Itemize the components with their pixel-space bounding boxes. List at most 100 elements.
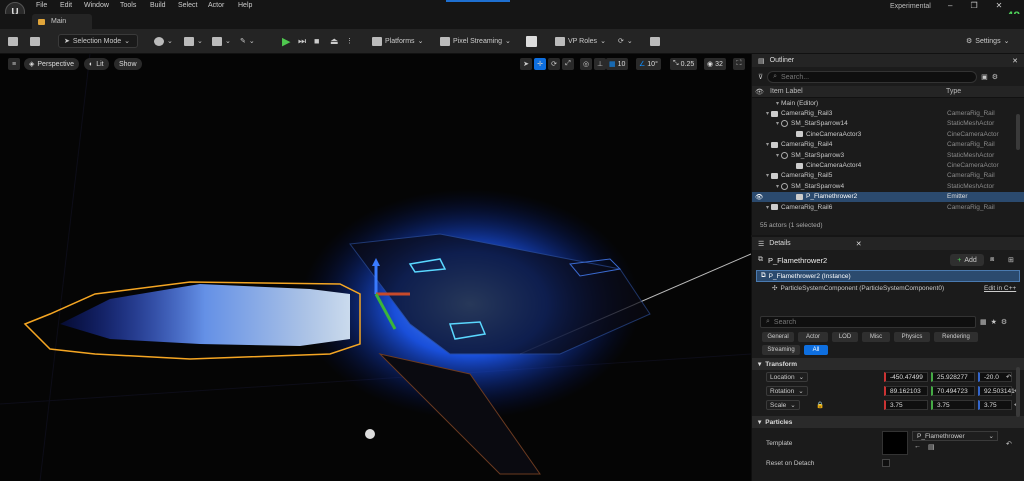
caret-icon[interactable]: ▾ [766,110,769,117]
rotation-snap-button[interactable]: ∠ 10° [636,58,661,70]
caret-icon[interactable]: ▾ [766,141,769,148]
template-dropdown[interactable]: P_Flamethrower ⌄ [912,431,998,441]
column-type[interactable]: Type [946,88,961,95]
visibility-icon[interactable]: 👁 [752,88,764,96]
show-button[interactable]: Show [114,58,142,70]
outliner-row[interactable]: 👁 P_Flamethrower2 Emitter [752,191,1024,202]
close-icon[interactable]: ✕ [1012,57,1018,65]
translate-tool-icon[interactable]: ✛ [534,58,546,70]
menu-actor[interactable]: Actor [208,2,224,9]
settings-icon[interactable]: ⚙ [1001,318,1007,326]
rotation-z[interactable]: 92.503141 [978,386,1015,396]
eject-button[interactable]: ⏏ [330,34,339,48]
rotate-tool-icon[interactable]: ⟳ [548,58,560,70]
rotation-y[interactable]: 70.494723 [931,386,975,396]
selection-mode-dropdown[interactable]: ➤ Selection Mode ⌄ [58,34,138,48]
add-actor-button[interactable]: ⌄ [154,34,173,48]
vcam-button[interactable] [650,34,660,48]
filter-all[interactable]: All [804,345,828,355]
column-item-label[interactable]: Item Label [770,88,803,95]
filter-icon[interactable]: ⊽ [758,73,763,81]
caret-icon[interactable]: ▾ [776,152,779,159]
caret-icon[interactable]: ▾ [766,204,769,211]
reset-on-detach-checkbox[interactable] [882,459,890,467]
multiuser-button[interactable]: ⟳ ⌄ [618,34,633,48]
transform-category[interactable]: ▾ Transform [752,358,1024,370]
menu-help[interactable]: Help [238,2,252,9]
outliner-row[interactable]: ▾ CameraRig_Rail5 CameraRig_Rail [752,171,1024,181]
pixel-streaming-dropdown[interactable]: Pixel Streaming ⌄ [440,34,511,48]
level-viewport[interactable]: ≡ ◈ Perspective ◐ Lit Show ➤ ✛ ⟳ ⤢ ◎ ⊥ ▦ 10… [0,54,751,481]
menu-tools[interactable]: Tools [120,2,136,9]
filter-actor[interactable]: Actor [798,332,828,342]
menu-file[interactable]: File [36,2,47,9]
outliner-row[interactable]: ▾ CameraRig_Rail6 CameraRig_Rail [752,202,1024,212]
location-x[interactable]: -450.47499 [884,372,928,382]
tab-main[interactable]: Main [32,14,92,29]
details-search-input[interactable]: ⌕ Search [760,316,976,328]
step-button[interactable]: ⏭ [298,34,306,48]
select-tool-icon[interactable]: ➤ [520,58,532,70]
edit-icon[interactable]: ⊞ [1008,256,1014,264]
outliner-row[interactable]: ▾ SM_StarSparrow14 StaticMeshActor [752,119,1024,129]
minimize-icon[interactable]: – [948,1,952,10]
content-button[interactable] [30,34,40,48]
outliner-row[interactable]: ▾ CameraRig_Rail3 CameraRig_Rail [752,108,1024,118]
add-folder-icon[interactable]: ▣ [981,73,988,81]
lock-icon[interactable]: 🔒 [816,401,824,409]
blueprint-button[interactable]: ⌄ [184,34,203,48]
component-row[interactable]: ✣ ParticleSystemComponent (ParticleSyste… [752,282,1024,294]
grid-view-icon[interactable]: ▦ [980,318,987,326]
vp-roles-dropdown[interactable]: VP Roles ⌄ [555,34,606,48]
outliner-row[interactable]: ▾ SM_StarSparrow4 StaticMeshActor [752,181,1024,191]
menu-edit[interactable]: Edit [60,2,72,9]
filter-rendering[interactable]: Rendering [934,332,978,342]
folder-icon[interactable]: ▤ [928,443,935,451]
edit-cpp-link[interactable]: Edit in C++ [984,285,1016,292]
outliner-scrollbar[interactable] [1016,114,1020,150]
scale-tool-icon[interactable]: ⤢ [562,58,574,70]
rotation-dropdown[interactable]: Rotation ⌄ [766,386,808,396]
menu-build[interactable]: Build [150,2,166,9]
platforms-dropdown[interactable]: Platforms ⌄ [372,34,423,48]
stop-button[interactable]: ■ [314,34,319,48]
scale-z[interactable]: 3.75 [978,400,1012,410]
details-tab[interactable]: ☰ Details ✕ [752,237,1024,250]
camera-speed-button[interactable]: ◉ 32 [704,58,726,70]
outliner-row[interactable]: ▾ SM_StarSparrow3 StaticMeshActor [752,150,1024,160]
add-component-button[interactable]: + Add [950,254,984,266]
browse-icon[interactable]: ← [914,443,921,450]
menu-select[interactable]: Select [178,2,197,9]
settings-icon[interactable]: ⚙ [992,73,998,81]
cinematics-button[interactable]: ⌄ [212,34,231,48]
caret-icon[interactable]: ▾ [766,172,769,179]
vp-box-button[interactable] [526,34,537,48]
surface-snap-icon[interactable]: ⊥ [594,58,606,70]
maximize-viewport-icon[interactable]: ⛶ [733,58,745,70]
menu-window[interactable]: Window [84,2,109,9]
light-sprite[interactable] [365,429,375,439]
template-thumbnail[interactable] [882,431,908,455]
lit-button[interactable]: ◐ Lit [84,58,109,70]
viewport-menu-button[interactable]: ≡ [8,58,20,70]
filter-misc[interactable]: Misc [862,332,890,342]
perspective-button[interactable]: ◈ Perspective [24,58,79,70]
reset-icon[interactable]: ↶ [1006,373,1011,381]
filter-streaming[interactable]: Streaming [762,345,800,355]
particles-category[interactable]: ▾ Particles [752,416,1024,428]
caret-icon[interactable]: ▾ [776,120,779,127]
actor-name[interactable]: P_Flamethrower2 [768,256,827,265]
scale-snap-button[interactable]: ⤡ 0.25 [670,58,698,70]
filter-lod[interactable]: LOD [832,332,858,342]
details-scrollbar[interactable] [1016,367,1020,417]
save-button[interactable] [8,34,18,48]
play-button[interactable]: ▶ [282,34,290,48]
filter-general[interactable]: General [762,332,794,342]
caret-icon[interactable]: ▾ [776,183,779,190]
outliner-row[interactable]: CineCameraActor3 CineCameraActor [752,129,1024,139]
settings-button[interactable]: ⚙ Settings ⌄ [966,34,1009,48]
location-dropdown[interactable]: Location ⌄ [766,372,809,382]
world-space-icon[interactable]: ◎ [580,58,592,70]
close-icon[interactable]: ✕ [856,240,862,248]
outliner-root-row[interactable]: ▾ Main (Editor) [752,98,1024,108]
